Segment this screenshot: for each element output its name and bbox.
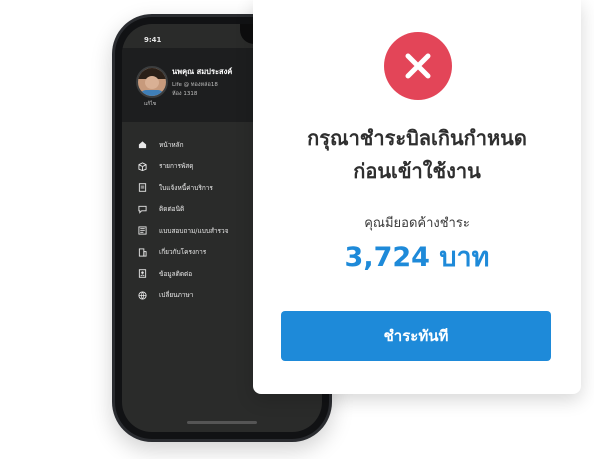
building-icon xyxy=(138,248,147,257)
dialog-title-line2: ก่อนเข้าใช้งาน xyxy=(353,159,481,183)
dialog-title: กรุณาชำระบิลเกินกำหนด xyxy=(307,126,527,150)
menu-label: เกี่ยวกับโครงการ xyxy=(159,248,207,257)
menu-label: แบบสอบถาม/แบบสำรวจ xyxy=(159,226,229,235)
home-icon xyxy=(138,140,147,149)
parcel-icon xyxy=(138,162,147,171)
edit-profile-link[interactable]: แก้ไข xyxy=(144,100,156,108)
overdue-bill-dialog: กรุณาชำระบิลเกินกำหนด ก่อนเข้าใช้งาน คุณ… xyxy=(253,0,581,394)
survey-icon xyxy=(138,226,147,235)
profile-name: นพคุณ สมประสงค์ xyxy=(172,67,233,76)
pay-now-button[interactable]: ชำระทันที xyxy=(281,311,551,361)
menu-label: ข้อมูลติดต่อ xyxy=(159,269,193,278)
menu-label: รายการพัสดุ xyxy=(159,162,194,171)
contact-icon xyxy=(138,269,147,278)
menu-label: ใบแจ้งหนี้ค่าบริการ xyxy=(159,183,213,192)
avatar[interactable] xyxy=(136,66,168,98)
menu-label: ติดต่อนิติ xyxy=(159,205,185,214)
outstanding-amount: 3,724 บาท xyxy=(344,242,490,273)
outstanding-label: คุณมียอดค้างชำระ xyxy=(364,216,470,231)
profile-room: ห้อง 1318 xyxy=(172,91,198,97)
menu-label: หน้าหลัก xyxy=(159,140,184,149)
profile-project: Life @ ทองหล่อ18 xyxy=(172,82,218,88)
close-icon xyxy=(384,32,452,100)
globe-icon xyxy=(138,291,147,300)
chat-icon xyxy=(138,205,147,214)
status-time: 9:41 xyxy=(144,36,162,44)
menu-label: เปลี่ยนภาษา xyxy=(159,291,194,300)
invoice-icon xyxy=(138,183,147,192)
home-indicator xyxy=(187,421,257,424)
